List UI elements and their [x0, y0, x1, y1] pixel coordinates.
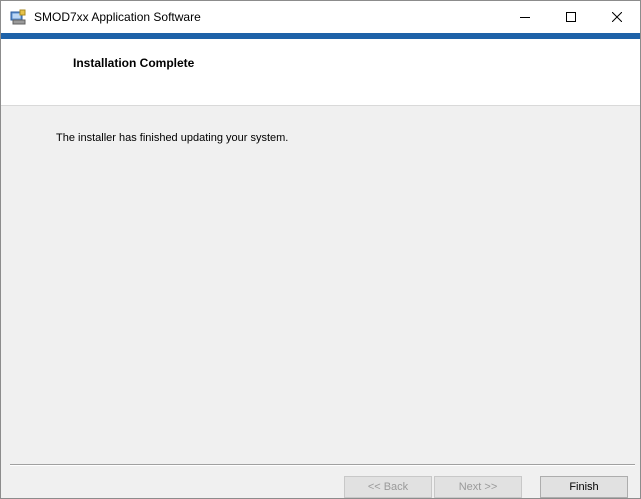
completion-message: The installer has finished updating your… — [56, 132, 289, 144]
installer-window: SMOD7xx Application Software Installatio… — [0, 0, 641, 499]
minimize-button[interactable] — [502, 1, 548, 33]
finish-button[interactable]: Finish — [540, 476, 628, 498]
next-button[interactable]: Next >> — [434, 476, 522, 498]
close-button[interactable] — [594, 1, 640, 33]
minimize-icon — [520, 17, 530, 18]
button-area-divider-highlight — [10, 465, 635, 466]
title-bar[interactable]: SMOD7xx Application Software — [1, 1, 640, 33]
back-button[interactable]: << Back — [344, 476, 432, 498]
maximize-icon — [566, 12, 576, 22]
close-icon — [612, 12, 622, 22]
maximize-button[interactable] — [548, 1, 594, 33]
installer-app-icon — [10, 9, 26, 25]
page-title: Installation Complete — [73, 56, 195, 70]
window-title: SMOD7xx Application Software — [34, 10, 201, 24]
content-area: The installer has finished updating your… — [1, 106, 640, 464]
header-banner: Installation Complete — [1, 39, 640, 105]
